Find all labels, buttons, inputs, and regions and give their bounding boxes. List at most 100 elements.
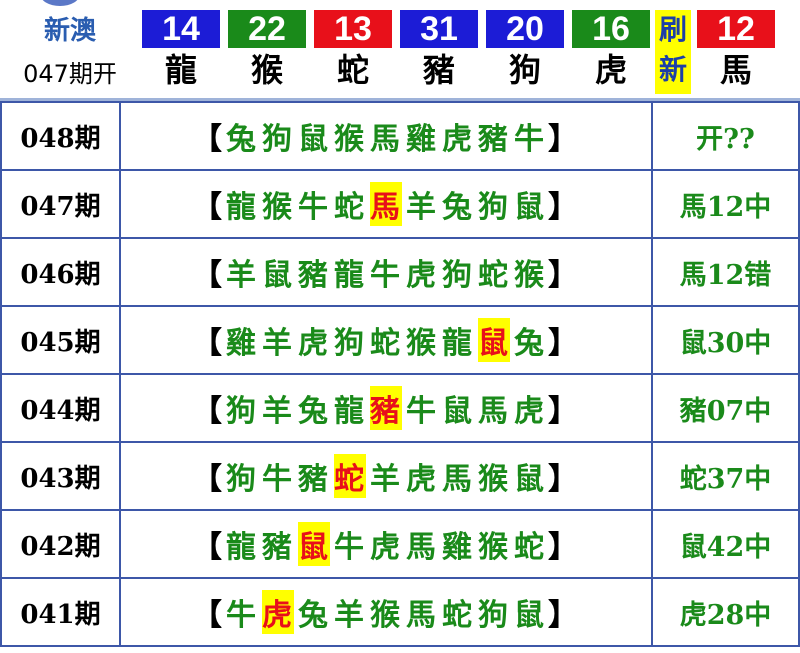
row-period: 046期 [0, 237, 121, 307]
bracket-close: 】 [548, 598, 580, 633]
ball-number: 16 [572, 10, 650, 48]
zodiac-item: 虎 [406, 462, 438, 497]
prediction-table: 048期 【兔狗鼠猴馬雞虎豬牛】 开?? 047期 【龍猴牛蛇馬羊兔狗鼠】 馬12中 046… [0, 101, 800, 647]
zodiac-item: 蛇 [370, 326, 402, 361]
zodiac-item: 羊 [226, 258, 258, 293]
row-zodiacs: 【龍豬鼠牛虎馬雞猴蛇】 [119, 509, 653, 579]
ball-number: 13 [314, 10, 392, 48]
refresh-label-2: 新 [658, 53, 687, 86]
row-result: 鼠30中 [651, 305, 800, 375]
refresh-button[interactable]: 刷 新 [655, 10, 691, 94]
draw-ball: 12 馬 [697, 10, 775, 90]
bracket-close: 】 [548, 258, 580, 293]
zodiac-item: 龍 [226, 530, 258, 565]
zodiac-item: 馬 [406, 530, 438, 565]
row-period: 044期 [0, 373, 121, 443]
zodiac-item: 虎 [406, 258, 438, 293]
current-period: 047期开 [23, 60, 117, 88]
zodiac-hit: 豬 [370, 386, 402, 430]
zodiac-item: 蛇 [478, 258, 510, 293]
table-row: 045期 【雞羊虎狗蛇猴龍鼠兔】 鼠30中 [0, 305, 800, 375]
zodiac-item: 豬 [478, 122, 510, 157]
bracket-open: 【 [192, 462, 224, 497]
brand-logo [40, 0, 80, 6]
table-row: 042期 【龍豬鼠牛虎馬雞猴蛇】 鼠42中 [0, 509, 800, 579]
bracket-open: 【 [192, 598, 224, 633]
zodiac-item: 龍 [226, 190, 258, 225]
zodiac-item: 蛇 [442, 598, 474, 633]
draw-ball: 14 龍 [142, 10, 220, 90]
bracket-close: 】 [548, 394, 580, 429]
table-row: 044期 【狗羊兔龍豬牛鼠馬虎】 豬07中 [0, 373, 800, 443]
zodiac-item: 猴 [334, 122, 366, 157]
zodiac-item: 猴 [406, 326, 438, 361]
zodiac-item: 虎 [514, 394, 546, 429]
zodiac-item: 虎 [370, 530, 402, 565]
row-zodiacs: 【羊鼠豬龍牛虎狗蛇猴】 [119, 237, 653, 307]
zodiac-item: 狗 [442, 258, 474, 293]
row-result: 蛇37中 [651, 441, 800, 511]
table-row: 046期 【羊鼠豬龍牛虎狗蛇猴】 馬12错 [0, 237, 800, 307]
zodiac-item: 牛 [226, 598, 258, 633]
zodiac-item: 龍 [442, 326, 474, 361]
row-period: 045期 [0, 305, 121, 375]
zodiac-item: 狗 [226, 394, 258, 429]
row-period: 047期 [0, 169, 121, 239]
bracket-open: 【 [192, 190, 224, 225]
zodiac-hit: 虎 [262, 590, 294, 634]
bracket-close: 】 [548, 462, 580, 497]
table-row: 043期 【狗牛豬蛇羊虎馬猴鼠】 蛇37中 [0, 441, 800, 511]
ball-zodiac: 豬 [422, 51, 455, 89]
ball-number: 20 [486, 10, 564, 48]
zodiac-item: 馬 [406, 598, 438, 633]
draw-ball: 16 虎 [572, 10, 650, 90]
zodiac-item: 豬 [262, 530, 294, 565]
zodiac-item: 牛 [334, 530, 366, 565]
zodiac-item: 兔 [514, 326, 546, 361]
refresh-label-1: 刷 [658, 13, 687, 46]
brand-name: 新澳 [43, 16, 96, 46]
zodiac-item: 羊 [262, 394, 294, 429]
row-zodiacs: 【狗羊兔龍豬牛鼠馬虎】 [119, 373, 653, 443]
zodiac-item: 蛇 [334, 190, 366, 225]
zodiac-item: 兔 [226, 122, 258, 157]
zodiac-item: 猴 [478, 462, 510, 497]
bracket-open: 【 [192, 258, 224, 293]
zodiac-item: 馬 [442, 462, 474, 497]
row-period: 042期 [0, 509, 121, 579]
row-result: 豬07中 [651, 373, 800, 443]
zodiac-item: 狗 [478, 190, 510, 225]
zodiac-item: 猴 [514, 258, 546, 293]
ball-zodiac: 猴 [250, 51, 283, 89]
zodiac-item: 雞 [226, 326, 258, 361]
zodiac-item: 羊 [370, 462, 402, 497]
zodiac-item: 龍 [334, 258, 366, 293]
zodiac-item: 鼠 [514, 462, 546, 497]
zodiac-item: 牛 [370, 258, 402, 293]
bracket-close: 】 [548, 326, 580, 361]
zodiac-item: 牛 [514, 122, 546, 157]
ball-zodiac: 蛇 [336, 51, 369, 89]
zodiac-item: 猴 [478, 530, 510, 565]
row-period: 048期 [0, 101, 121, 171]
row-result: 虎28中 [651, 577, 800, 647]
row-zodiacs: 【狗牛豬蛇羊虎馬猴鼠】 [119, 441, 653, 511]
zodiac-item: 猴 [262, 190, 294, 225]
row-period: 043期 [0, 441, 121, 511]
zodiac-item: 兔 [298, 394, 330, 429]
draw-ball: 13 蛇 [314, 10, 392, 90]
bracket-close: 】 [548, 190, 580, 225]
zodiac-item: 羊 [262, 326, 294, 361]
zodiac-item: 鼠 [298, 122, 330, 157]
row-zodiacs: 【龍猴牛蛇馬羊兔狗鼠】 [119, 169, 653, 239]
zodiac-item: 牛 [262, 462, 294, 497]
ball-number: 22 [228, 10, 306, 48]
zodiac-item: 牛 [298, 190, 330, 225]
bracket-close: 】 [548, 122, 580, 157]
bracket-open: 【 [192, 326, 224, 361]
ball-zodiac: 狗 [508, 51, 541, 89]
ball-number: 31 [400, 10, 478, 48]
draw-ball: 31 豬 [400, 10, 478, 90]
zodiac-item: 兔 [442, 190, 474, 225]
zodiac-item: 雞 [442, 530, 474, 565]
